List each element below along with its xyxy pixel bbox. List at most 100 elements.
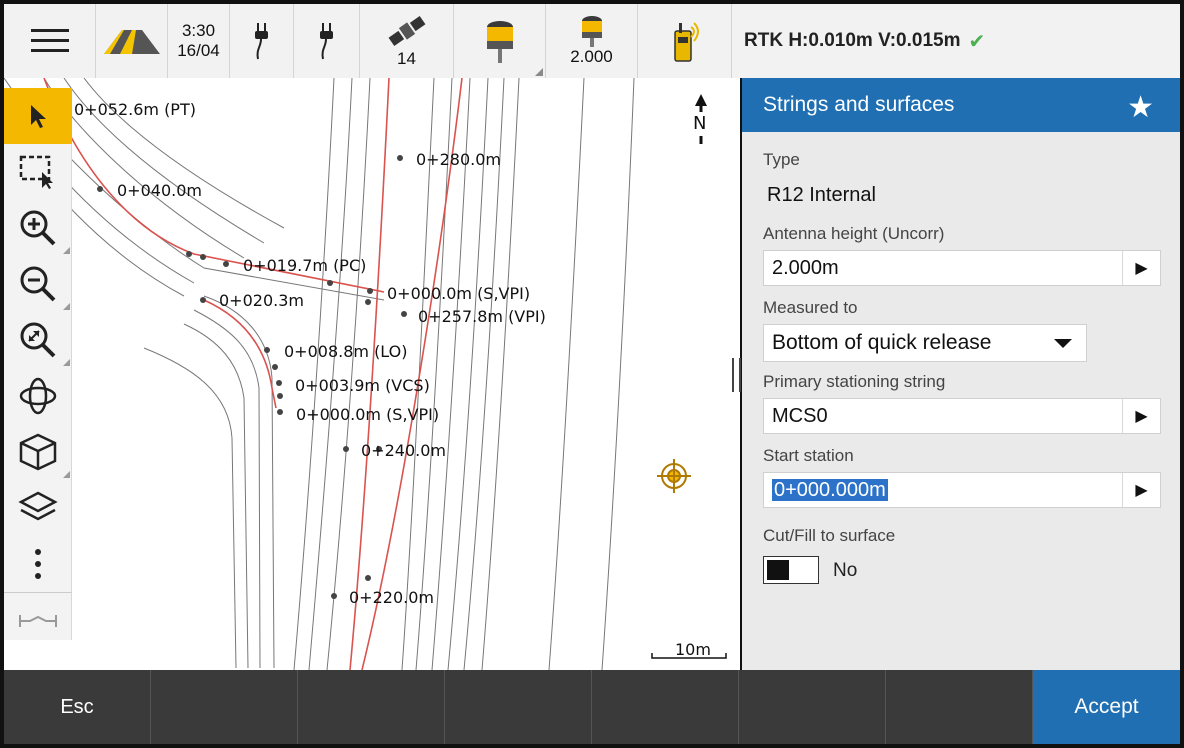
corner-indicator (63, 247, 70, 254)
pointer-icon (31, 105, 46, 128)
cube-icon (19, 433, 57, 471)
type-label: Type (763, 150, 800, 169)
measured-to-dropdown[interactable]: Bottom of quick release (763, 324, 1087, 362)
antenna-icon (581, 16, 602, 47)
station-label[interactable]: 0+240.0m (361, 441, 446, 460)
more-vertical-icon (35, 549, 41, 579)
check-icon: ✔ (968, 30, 986, 53)
satellite-count: 14 (397, 49, 416, 68)
box-select-icon (19, 155, 53, 189)
arrow-right-icon[interactable]: ▶ (1122, 399, 1160, 433)
station-label[interactable]: 0+280.0m (416, 150, 501, 169)
corner-indicator (535, 68, 543, 76)
cross-section-button[interactable] (4, 592, 72, 648)
satellite-icon (388, 16, 425, 46)
station-label[interactable]: 0+040.0m (117, 181, 202, 200)
receiver-button[interactable] (454, 4, 546, 78)
antenna-height-label: Antenna height (Uncorr) (763, 224, 945, 243)
menu-button[interactable] (4, 4, 96, 78)
cutfill-value: No (833, 560, 858, 581)
date-text: 16/04 (177, 41, 220, 60)
panel-header: Strings and surfaces ★ (742, 78, 1180, 132)
softkey-empty (445, 670, 592, 744)
road-icon (103, 30, 160, 54)
measured-to-label: Measured to (763, 298, 858, 317)
station-label[interactable]: 0+052.6m (PT) (74, 100, 196, 119)
antenna-height-value[interactable]: 2.000m (764, 257, 1122, 280)
status-bar: 3:30 16/04 14 2.000 RTK H:0.010m V:0.015… (4, 4, 1180, 78)
north-label: N (693, 113, 707, 134)
power-plug-icon (254, 23, 268, 60)
radio-status[interactable] (638, 4, 732, 78)
softkey-bar: Esc Accept (4, 670, 1180, 744)
layers-icon (18, 491, 58, 521)
antenna-height-field[interactable]: 2.000m ▶ (763, 250, 1161, 286)
zoom-out-icon (20, 266, 56, 302)
corner-indicator (63, 471, 70, 478)
zoom-out-button[interactable] (4, 256, 72, 312)
station-label[interactable]: 0+020.3m (219, 291, 304, 310)
start-station-field[interactable]: 0+000.000m ▶ (763, 472, 1161, 508)
orbit-button[interactable] (4, 368, 72, 424)
cutfill-label: Cut/Fill to surface (763, 526, 896, 545)
more-button[interactable] (4, 536, 72, 592)
accept-button[interactable]: Accept (1033, 670, 1180, 744)
scale-label: 10m (675, 640, 711, 659)
esc-button[interactable]: Esc (4, 670, 151, 744)
cross-section-icon (19, 614, 57, 627)
primary-string-label: Primary stationing string (763, 372, 946, 391)
start-station-label: Start station (763, 446, 854, 465)
favorite-star-icon[interactable]: ★ (1127, 90, 1154, 125)
station-label[interactable]: 0+220.0m (349, 588, 434, 607)
job-button[interactable] (96, 4, 168, 78)
layers-button[interactable] (4, 480, 72, 536)
arrow-right-icon[interactable]: ▶ (1122, 473, 1160, 507)
zoom-extents-icon (20, 322, 56, 358)
measured-to-value: Bottom of quick release (772, 331, 992, 354)
station-label[interactable]: 0+019.7m (PC) (243, 256, 366, 275)
power-plug-icon (319, 23, 333, 60)
target-reticle (657, 459, 691, 493)
softkey-empty (298, 670, 445, 744)
station-label[interactable]: 0+000.0m (S,VPI) (296, 405, 439, 424)
rtk-status[interactable]: RTK H:0.010m V:0.015m ✔ (732, 4, 1180, 78)
softkey-empty (592, 670, 739, 744)
time-text: 3:30 (181, 21, 216, 40)
rtk-text: RTK H:0.010m V:0.015m (744, 30, 961, 51)
station-label[interactable]: 0+003.9m (VCS) (295, 376, 430, 395)
orbit-icon (19, 377, 57, 415)
box-select-tool-button[interactable] (4, 144, 72, 200)
zoom-in-icon (20, 210, 56, 246)
antenna-height-text: 2.000 (570, 47, 613, 66)
station-label[interactable]: 0+008.8m (LO) (284, 342, 407, 361)
select-tool-button[interactable] (4, 88, 72, 144)
softkey-empty (151, 670, 298, 744)
strings-surfaces-panel: Strings and surfaces ★ Type R12 Internal… (742, 78, 1180, 670)
gnss-receiver-icon (486, 21, 513, 63)
softkey-empty (739, 670, 886, 744)
corner-indicator (63, 359, 70, 366)
map-toolbar (4, 88, 72, 640)
zoom-in-button[interactable] (4, 200, 72, 256)
station-label[interactable]: 0+000.0m (S,VPI) (387, 284, 530, 303)
panel-title: Strings and surfaces (763, 93, 955, 116)
map-view[interactable]: 0+052.6m (PT) 0+040.0m 0+019.7m (PC) 0+0… (4, 78, 740, 670)
primary-string-value[interactable]: MCS0 (764, 405, 1122, 428)
arrow-right-icon[interactable]: ▶ (1122, 251, 1160, 285)
station-label[interactable]: 0+257.8m (VPI) (418, 307, 546, 326)
power-status-2[interactable] (294, 4, 360, 78)
zoom-extents-button[interactable] (4, 312, 72, 368)
power-status-1[interactable] (230, 4, 294, 78)
view-button[interactable] (4, 424, 72, 480)
hamburger-icon (30, 29, 69, 52)
start-station-value[interactable]: 0+000.000m (772, 478, 888, 501)
type-value: R12 Internal (767, 184, 876, 206)
primary-string-field[interactable]: MCS0 ▶ (763, 398, 1161, 434)
map-linework (4, 78, 727, 670)
date-time[interactable]: 3:30 16/04 (168, 4, 230, 78)
corner-indicator (63, 303, 70, 310)
cutfill-toggle[interactable] (763, 556, 819, 584)
softkey-empty (886, 670, 1033, 744)
antenna-height-status[interactable]: 2.000 (546, 4, 638, 78)
satellites-status[interactable]: 14 (360, 4, 454, 78)
